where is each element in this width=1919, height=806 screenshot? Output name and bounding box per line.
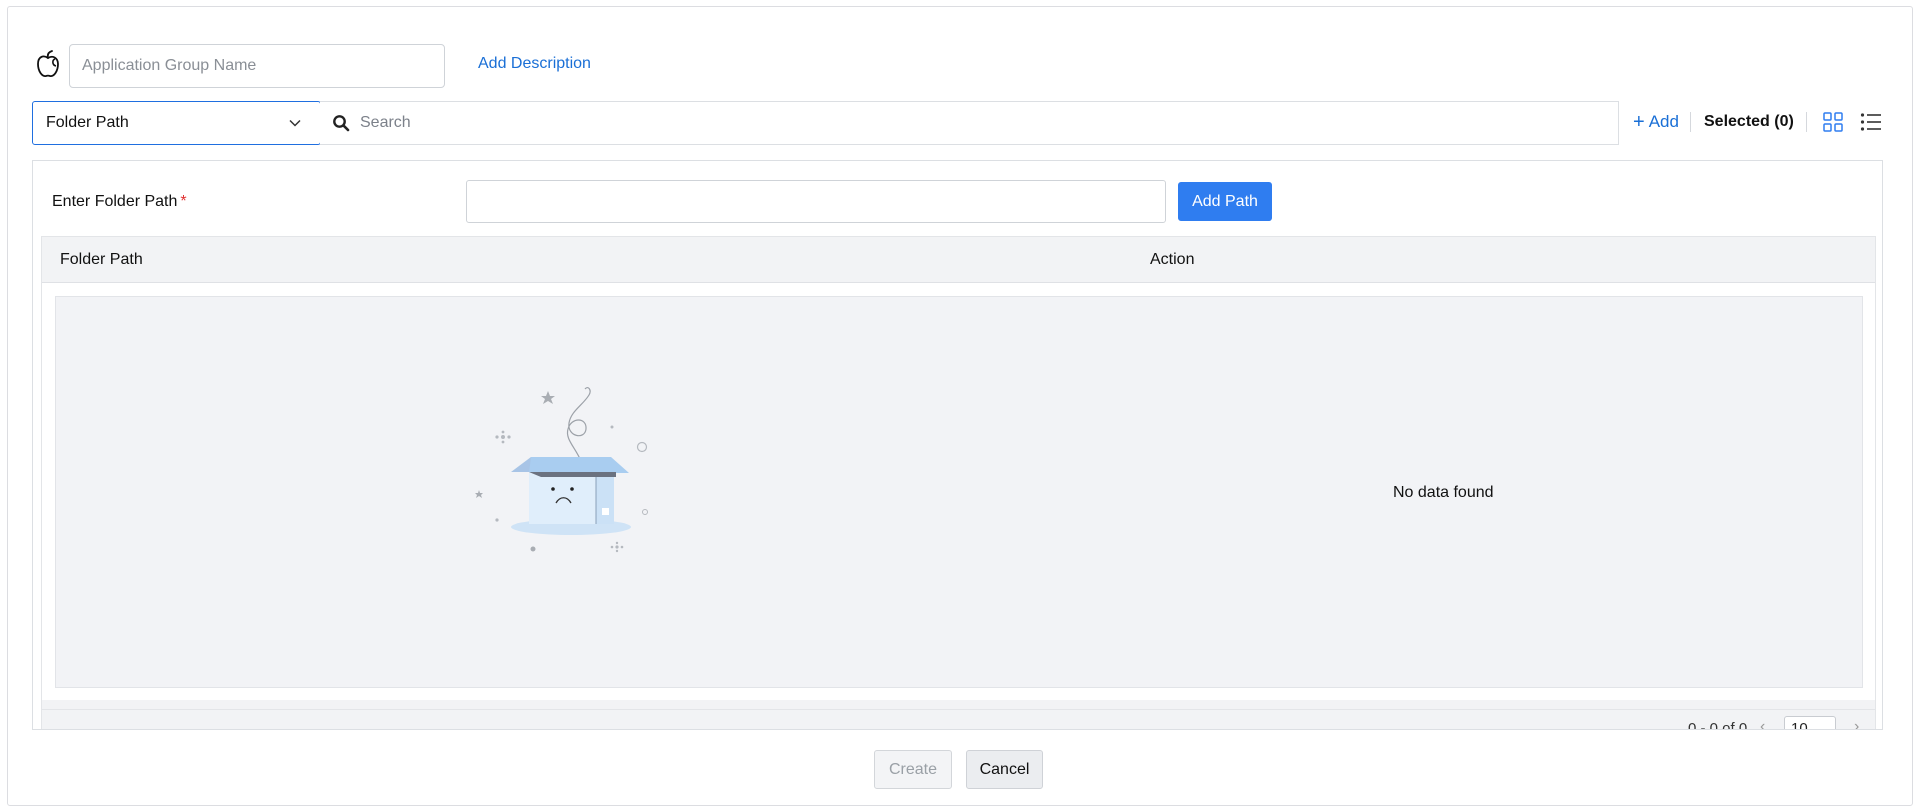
list-view-icon[interactable] <box>1860 112 1882 132</box>
add-description-link[interactable]: Add Description <box>478 55 591 73</box>
application-group-name-input[interactable] <box>69 44 445 88</box>
page-size-select[interactable]: 10 ⌄ <box>1784 716 1836 730</box>
divider <box>1690 112 1691 132</box>
folder-path-input[interactable] <box>466 180 1166 223</box>
search-type-dropdown[interactable]: Folder Path <box>32 101 321 145</box>
pagination: 0 - 0 of 0 ‹ 10 ⌄ › <box>42 709 1875 730</box>
apple-icon <box>37 50 59 77</box>
empty-state-message: No data found <box>1393 484 1494 501</box>
cancel-button[interactable]: Cancel <box>966 750 1043 789</box>
empty-box-illustration <box>475 386 648 553</box>
page-size-value: 10 <box>1791 720 1808 730</box>
column-header-folder-path: Folder Path <box>60 251 143 268</box>
empty-state: No data found <box>55 296 1863 688</box>
add-path-button[interactable]: Add Path <box>1178 182 1272 221</box>
create-button[interactable]: Create <box>874 750 952 789</box>
folder-path-table: Folder Path Action No data found 0 - 0 o… <box>41 236 1876 730</box>
chevron-left-icon[interactable]: ‹ <box>1760 718 1765 729</box>
selected-count[interactable]: Selected (0) <box>1704 113 1794 131</box>
column-header-action: Action <box>1150 251 1195 268</box>
pagination-range: 0 - 0 of 0 <box>1688 720 1748 730</box>
plus-icon: + <box>1633 111 1645 133</box>
chevron-right-icon[interactable]: › <box>1854 718 1859 729</box>
add-label: Add <box>1648 112 1679 131</box>
chevron-down-icon <box>289 119 301 127</box>
divider <box>1806 112 1807 132</box>
search-input[interactable] <box>360 103 1618 143</box>
chevron-down-icon: ⌄ <box>1818 721 1829 730</box>
required-marker: * <box>180 193 187 210</box>
table-header: Folder Path Action <box>42 237 1875 283</box>
table-body: No data found <box>42 283 1875 700</box>
search-bar <box>320 101 1619 145</box>
folder-path-panel: Enter Folder Path * Add Path Folder Path … <box>32 160 1883 730</box>
grid-view-icon[interactable] <box>1823 112 1843 132</box>
add-button[interactable]: + Add <box>1633 112 1679 132</box>
search-type-selected: Folder Path <box>46 114 129 131</box>
folder-path-label: Enter Folder Path * <box>52 193 187 210</box>
search-icon <box>333 115 350 132</box>
